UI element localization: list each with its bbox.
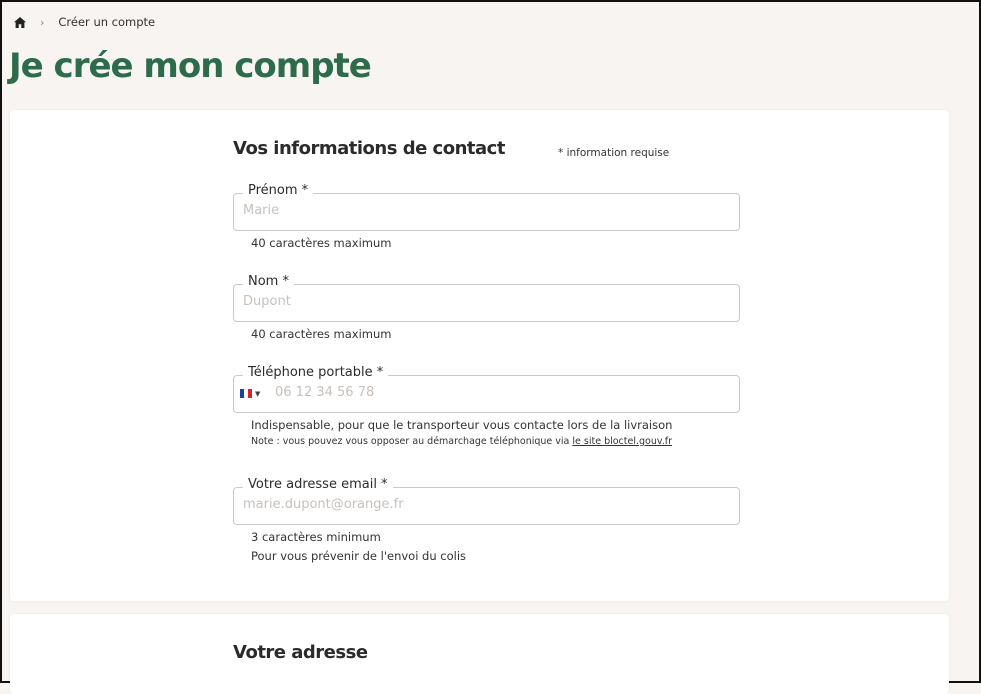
phone-note-text: Note : vous pouvez vous opposer au démar… [251, 436, 573, 447]
email-field: Votre adresse email * [233, 477, 740, 525]
phone-input[interactable] [275, 385, 715, 400]
email-hint: 3 caractères minimum [251, 530, 381, 544]
phone-label: Téléphone portable * [243, 365, 389, 380]
bloctel-link[interactable]: le site bloctel.gouv.fr [572, 436, 672, 447]
france-flag-icon [240, 389, 252, 398]
page-title: Je crée mon compte [9, 46, 372, 86]
phone-hint: Indispensable, pour que le transporteur … [251, 418, 673, 432]
firstname-hint: 40 caractères maximum [251, 236, 392, 250]
email-label: Votre adresse email * [243, 477, 393, 492]
email-input[interactable] [243, 497, 723, 512]
lastname-field: Nom * [233, 274, 740, 322]
country-select[interactable]: ▼ [240, 389, 260, 398]
lastname-label: Nom * [243, 274, 294, 289]
phone-field: Téléphone portable * ▼ [233, 365, 740, 413]
lastname-hint: 40 caractères maximum [251, 327, 392, 341]
contact-section-title: Vos informations de contact [233, 138, 505, 159]
firstname-field: Prénom * [233, 183, 740, 231]
breadcrumb: › Créer un compte [14, 15, 155, 29]
address-card: Votre adresse [10, 614, 949, 694]
firstname-input[interactable] [243, 203, 723, 218]
caret-down-icon: ▼ [255, 389, 261, 398]
email-hint-2: Pour vous prévenir de l'envoi du colis [251, 549, 467, 563]
phone-note: Note : vous pouvez vous opposer au démar… [251, 436, 672, 447]
contact-card: Vos informations de contact * informatio… [10, 110, 949, 601]
lastname-input[interactable] [243, 294, 723, 309]
home-icon[interactable] [14, 16, 26, 28]
required-note: * information requise [558, 147, 670, 159]
breadcrumb-current: Créer un compte [58, 15, 156, 29]
firstname-label: Prénom * [243, 183, 314, 198]
address-section-title: Votre adresse [233, 642, 368, 663]
chevron-right-icon: › [40, 15, 45, 29]
